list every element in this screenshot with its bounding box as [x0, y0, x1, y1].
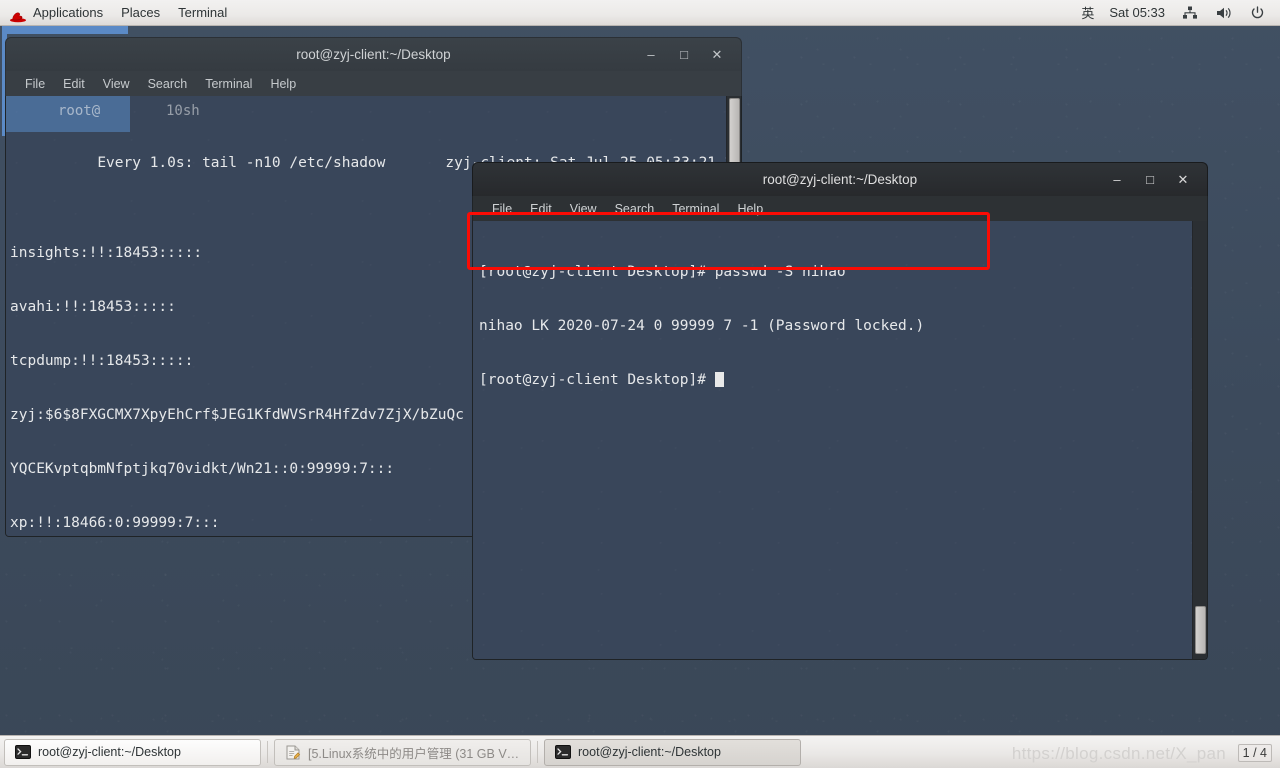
input-method-indicator[interactable]: 英 [1074, 3, 1101, 22]
front-window-menubar: File Edit View Search Terminal Help [472, 196, 1208, 221]
taskbar-separator [267, 741, 268, 763]
maximize-button[interactable]: □ [1142, 172, 1158, 188]
terminal-cursor [714, 372, 724, 387]
watch-header-left: Every 1.0s: tail -n10 /etc/shadow [97, 155, 386, 171]
front-window-title: root@zyj-client:~/Desktop [762, 172, 918, 187]
selection-overlay [6, 96, 130, 132]
taskbar-item-terminal-1[interactable]: root@zyj-client:~/Desktop [4, 738, 261, 766]
taskbar-item-terminal-2[interactable]: root@zyj-client:~/Desktop [544, 738, 801, 766]
front-window-titlebar[interactable]: root@zyj-client:~/Desktop – □ ✕ [472, 162, 1208, 196]
network-glyph [1182, 6, 1198, 20]
ghost-window-title: root@ [58, 103, 101, 119]
back-scrollbar-thumb[interactable] [729, 98, 740, 166]
volume-glyph [1216, 6, 1232, 20]
clock[interactable]: Sat 05:33 [1101, 5, 1173, 20]
menu-terminal[interactable]: Terminal [196, 77, 261, 91]
network-icon[interactable] [1173, 0, 1207, 25]
redhat-logo-icon [9, 6, 27, 23]
terminal-menu-label: Terminal [178, 5, 228, 20]
front-terminal-screen[interactable]: [root@zyj-client Desktop]# passwd -S nih… [473, 221, 1192, 659]
top-panel: Applications Places Terminal 英 Sat 05:33 [0, 0, 1280, 26]
taskbar-item-label: root@zyj-client:~/Desktop [38, 745, 181, 759]
front-scrollbar-thumb[interactable] [1195, 606, 1206, 654]
menu-search[interactable]: Search [139, 77, 197, 91]
taskbar-item-document[interactable]: [5.Linux系统中的用户管理 (31 GB V… [274, 738, 531, 766]
screen: Applications Places Terminal 英 Sat 05:33 [0, 0, 1280, 768]
taskbar: root@zyj-client:~/Desktop [5.Linux系统中的用户… [0, 735, 1280, 768]
minimize-button[interactable]: – [1109, 172, 1125, 188]
terminal-icon [554, 745, 571, 760]
taskbar-item-label: [5.Linux系统中的用户管理 (31 GB V… [308, 746, 520, 761]
applications-menu-label: Applications [33, 5, 104, 20]
menu-terminal[interactable]: Terminal [663, 202, 728, 216]
taskbar-item-label: root@zyj-client:~/Desktop [578, 745, 721, 759]
command-line: [root@zyj-client Desktop]# passwd -S nih… [479, 264, 846, 280]
close-button[interactable]: ✕ [709, 47, 725, 63]
front-terminal-body: [root@zyj-client Desktop]# passwd -S nih… [472, 221, 1208, 660]
taskbar-separator [537, 741, 538, 763]
maximize-button[interactable]: □ [676, 47, 692, 63]
command-output: nihao LK 2020-07-24 0 99999 7 -1 (Passwo… [479, 318, 925, 334]
menu-view[interactable]: View [94, 77, 139, 91]
power-icon[interactable] [1241, 0, 1274, 25]
terminal-window-front[interactable]: root@zyj-client:~/Desktop – □ ✕ File Edi… [472, 162, 1208, 660]
workspace-indicator[interactable]: 1 / 4 [1237, 744, 1272, 762]
top-panel-status-area: 英 Sat 05:33 [1074, 0, 1280, 25]
menu-file[interactable]: File [483, 202, 521, 216]
front-terminal-scrollbar[interactable] [1192, 221, 1207, 659]
menu-edit[interactable]: Edit [54, 77, 94, 91]
front-window-controls: – □ ✕ [1109, 172, 1207, 188]
volume-icon[interactable] [1207, 0, 1241, 25]
menu-edit[interactable]: Edit [521, 202, 561, 216]
ghost-window-title-2: 10sh [166, 103, 200, 119]
prompt-text: [root@zyj-client Desktop]# [479, 372, 715, 388]
menu-file[interactable]: File [16, 77, 54, 91]
back-window-titlebar[interactable]: root@zyj-client:~/Desktop – □ ✕ [5, 37, 742, 71]
places-menu-label: Places [121, 5, 161, 20]
prompt-line: [root@zyj-client Desktop]# [479, 371, 1192, 389]
watch-header: Every 1.0s: tail -n10 /etc/shadowzyj-cli… [10, 136, 726, 171]
places-menu[interactable]: Places [112, 0, 169, 25]
back-window-title: root@zyj-client:~/Desktop [296, 47, 451, 62]
back-window-controls: – □ ✕ [643, 47, 741, 63]
document-icon [284, 745, 301, 760]
applications-menu[interactable]: Applications [0, 0, 112, 25]
menu-help[interactable]: Help [261, 77, 305, 91]
terminal-menu[interactable]: Terminal [169, 0, 236, 25]
menu-help[interactable]: Help [728, 202, 772, 216]
menu-view[interactable]: View [561, 202, 606, 216]
menu-search[interactable]: Search [606, 202, 664, 216]
power-glyph [1250, 5, 1265, 20]
minimize-button[interactable]: – [643, 47, 659, 63]
back-window-menubar: File Edit View Search Terminal Help [5, 71, 742, 96]
close-button[interactable]: ✕ [1175, 172, 1191, 188]
window-drag-artifact [2, 26, 128, 34]
terminal-icon [14, 745, 31, 760]
